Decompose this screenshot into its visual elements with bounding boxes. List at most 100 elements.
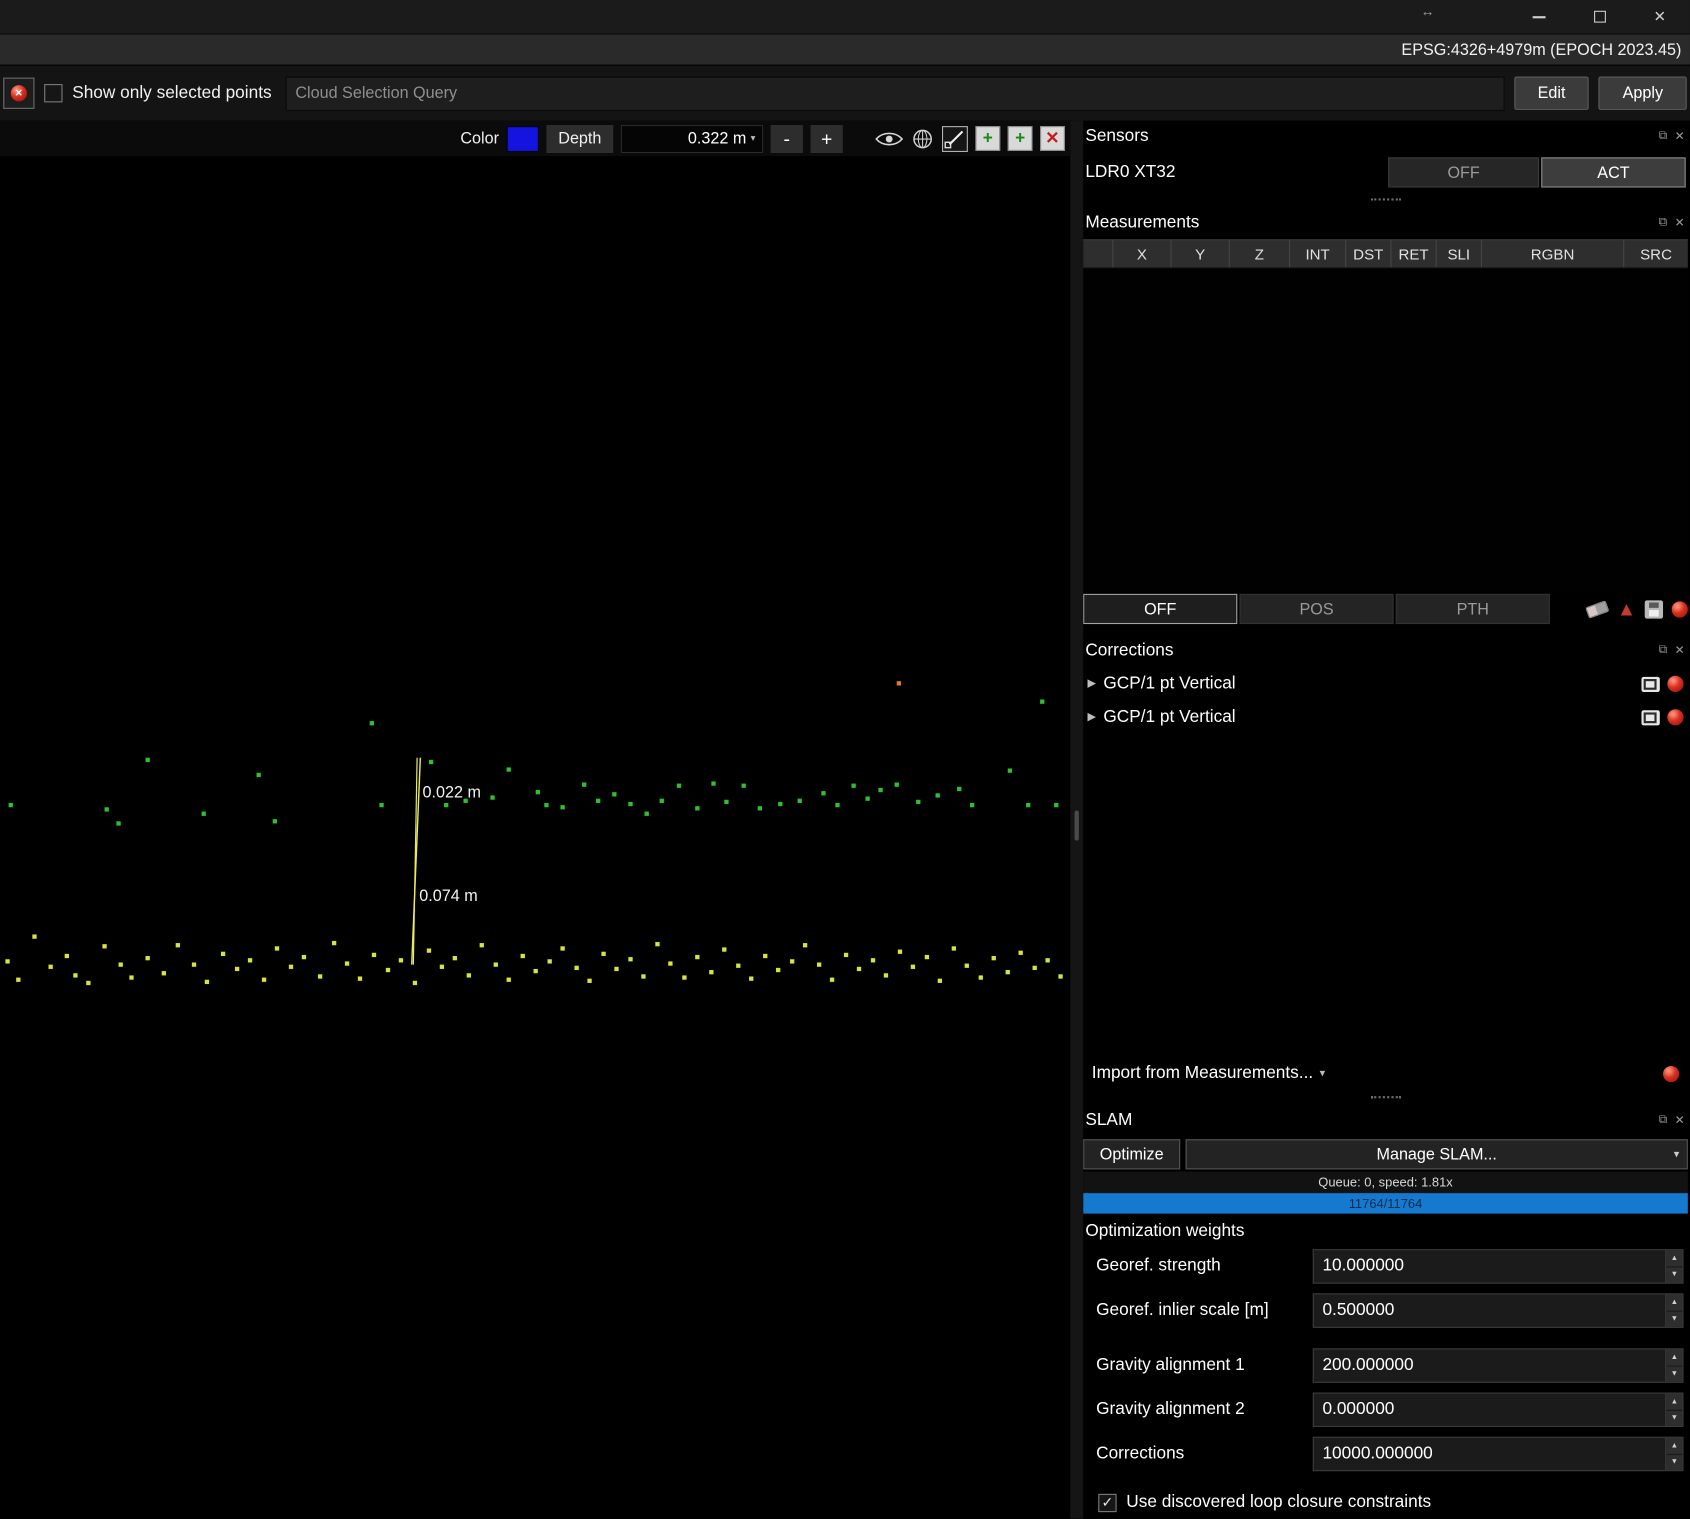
slam-progress-text: 11764/11764 [1349,1196,1423,1211]
depth-value-field[interactable]: 0.322 m ▾ [621,124,763,152]
point-picker-button[interactable] [942,126,968,152]
queue-status-text: Queue: 0, speed: 1.81x [1318,1175,1452,1190]
maximize-button[interactable] [1569,0,1629,33]
add-selection-alt-button[interactable]: + [1008,126,1033,151]
open-correction-icon[interactable] [1641,710,1659,725]
clear-selection-button[interactable]: ✕ [3,78,34,109]
gravity-alignment-1-input[interactable]: 200.000000 ▲▼ [1313,1348,1684,1382]
georef-inlier-scale-input[interactable]: 0.500000 ▲▼ [1313,1293,1684,1327]
correction-row[interactable]: ▶ GCP/1 pt Vertical [1083,701,1688,734]
optimize-button[interactable]: Optimize [1083,1139,1180,1169]
color-swatch[interactable] [507,126,539,152]
delete-correction-icon[interactable] [1667,709,1683,725]
spin-down-icon[interactable]: ▼ [1666,1266,1682,1283]
point [884,973,888,977]
close-button[interactable]: ✕ [1630,0,1690,33]
measurements-header: Measurements ⧉ ✕ [1083,207,1688,239]
point [857,967,861,971]
import-from-measurements-button[interactable]: Import from Measurements... ▾ [1083,1057,1688,1089]
corrections-weight-input[interactable]: 10000.000000 ▲▼ [1313,1437,1684,1471]
sensor-off-button[interactable]: OFF [1388,157,1539,187]
point [612,792,616,796]
point [1054,803,1058,807]
detach-panel-icon[interactable]: ⧉ [1659,216,1667,230]
point [709,970,713,974]
remove-selection-button[interactable]: ✕ [1040,126,1065,151]
detach-panel-icon[interactable]: ⧉ [1659,1113,1667,1127]
detach-panel-icon[interactable]: ⧉ [1659,129,1667,143]
apply-button[interactable]: Apply [1599,77,1687,110]
minimize-button[interactable] [1509,0,1569,33]
point [379,803,383,807]
manage-slam-button[interactable]: Manage SLAM... ▾ [1186,1139,1688,1169]
point [776,968,780,972]
point-cloud-viewport[interactable]: 0.022 m 0.074 m [0,156,1070,1518]
point [444,803,448,807]
depth-mode-button[interactable]: Depth [546,124,613,152]
expand-triangle-icon[interactable]: ▶ [1088,678,1096,690]
georef-strength-input[interactable]: 10.000000 ▲▼ [1313,1249,1684,1283]
detach-panel-icon[interactable]: ⧉ [1659,643,1667,657]
point [957,787,961,791]
mode-off-button[interactable]: OFF [1083,594,1237,624]
sensor-act-button[interactable]: ACT [1541,157,1685,187]
point [925,955,929,959]
spin-up-icon[interactable]: ▲ [1666,1250,1682,1266]
point [1008,768,1012,772]
section-drag-handle[interactable] [1083,192,1688,207]
mode-pth-button[interactable]: PTH [1396,594,1550,624]
checkmark-icon: ✓ [1102,1494,1114,1511]
spin-down-icon[interactable]: ▼ [1666,1453,1682,1470]
add-selection-button[interactable]: + [975,126,1000,151]
point [202,812,206,816]
picker-pen-icon [943,127,967,151]
close-panel-icon[interactable]: ✕ [1675,216,1685,230]
point [440,965,444,969]
corrections-weight-field: Corrections 10000.000000 ▲▼ [1083,1436,1688,1473]
spin-up-icon[interactable]: ▲ [1666,1294,1682,1310]
expand-triangle-icon[interactable]: ▶ [1088,711,1096,723]
open-correction-icon[interactable] [1641,676,1659,691]
eraser-icon[interactable] [1585,600,1609,619]
point [119,962,123,966]
delete-correction-icon[interactable] [1667,676,1683,692]
edit-button[interactable]: Edit [1514,77,1589,110]
close-panel-icon[interactable]: ✕ [1675,1113,1685,1127]
save-icon[interactable] [1645,600,1663,618]
spin-down-icon[interactable]: ▼ [1666,1310,1682,1327]
show-only-selected-label: Show only selected points [72,84,271,103]
spin-up-icon[interactable]: ▲ [1666,1349,1682,1365]
spin-down-icon[interactable]: ▼ [1666,1365,1682,1382]
depth-increase-button[interactable]: + [811,124,843,152]
point [370,721,374,725]
mode-pos-button[interactable]: POS [1239,594,1393,624]
correction-row[interactable]: ▶ GCP/1 pt Vertical [1083,667,1688,700]
cloud-selection-query-input[interactable] [286,76,1505,110]
viewport-column: Color Depth 0.322 m ▾ - + [0,121,1070,1519]
point [695,955,699,959]
measurement-modes-row: OFF POS PTH ▲ [1083,592,1688,626]
point [938,979,942,983]
measurement-label: 0.074 m [419,887,477,905]
section-drag-handle[interactable] [1083,1090,1688,1105]
show-only-selected-checkbox[interactable] [44,84,62,102]
close-panel-icon[interactable]: ✕ [1675,129,1685,143]
point [1033,966,1037,970]
status-strip: EPSG:4326+4979m (EPOCH 2023.45) [0,33,1690,64]
measurements-table-body[interactable] [1083,268,1688,591]
cone-marker-icon[interactable]: ▲ [1617,599,1636,618]
gravity-alignment-2-input[interactable]: 0.000000 ▲▼ [1313,1393,1684,1427]
spin-up-icon[interactable]: ▲ [1666,1438,1682,1454]
point [778,802,782,806]
close-panel-icon[interactable]: ✕ [1675,643,1685,657]
delete-measurements-icon[interactable] [1672,601,1688,617]
panel-splitter[interactable] [1070,121,1083,1519]
spin-up-icon[interactable]: ▲ [1666,1394,1682,1410]
loop-closure-checkbox[interactable]: ✓ [1098,1493,1116,1511]
point [302,955,306,959]
depth-decrease-button[interactable]: - [771,124,803,152]
visibility-button[interactable] [875,130,903,147]
delete-corrections-icon[interactable] [1663,1065,1679,1081]
spin-down-icon[interactable]: ▼ [1666,1409,1682,1426]
globe-view-button[interactable] [911,127,935,151]
